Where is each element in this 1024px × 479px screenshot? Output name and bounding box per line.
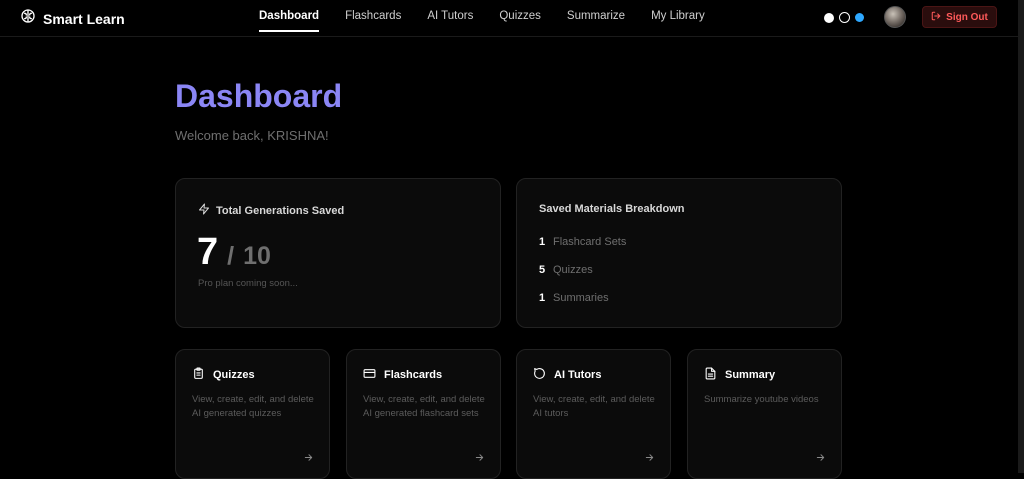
theme-switcher	[824, 12, 864, 23]
materials-row-flashcards: 1 Flashcard Sets	[539, 236, 626, 248]
summary-card-description: Summarize youtube videos	[704, 394, 819, 405]
ai-tutors-card[interactable]: AI Tutors View, create, edit, and delete…	[516, 349, 671, 479]
quizzes-card-header: Quizzes	[192, 367, 255, 383]
ai-tutors-card-title: AI Tutors	[554, 369, 602, 381]
arrow-right-icon[interactable]	[303, 450, 314, 468]
sign-out-label: Sign Out	[946, 11, 988, 23]
brand[interactable]: Smart Learn	[20, 8, 125, 29]
generations-max: 10	[243, 242, 271, 270]
quizzes-card-description: View, create, edit, and delete AI genera…	[192, 394, 314, 419]
arrow-right-icon[interactable]	[815, 450, 826, 468]
materials-label: Quizzes	[553, 264, 593, 276]
generations-card-header: Total Generations Saved	[198, 203, 344, 218]
nav-item-summarize[interactable]: Summarize	[554, 0, 638, 33]
materials-label: Summaries	[553, 292, 609, 304]
ai-tutors-card-description: View, create, edit, and delete AI tutors	[533, 394, 655, 419]
flashcards-card-description: View, create, edit, and delete AI genera…	[363, 394, 485, 419]
clipboard-icon	[192, 367, 205, 383]
theme-white-dot[interactable]	[824, 12, 834, 23]
main-nav: Dashboard Flashcards AI Tutors Quizzes S…	[250, 0, 718, 37]
generations-count: 7 / 10	[197, 231, 271, 274]
materials-card: Saved Materials Breakdown 1 Flashcard Se…	[516, 178, 842, 328]
top-navigation-bar: Smart Learn Dashboard Flashcards AI Tuto…	[0, 0, 1018, 37]
quizzes-card-title: Quizzes	[213, 369, 255, 381]
materials-row-quizzes: 5 Quizzes	[539, 264, 593, 276]
quizzes-card[interactable]: Quizzes View, create, edit, and delete A…	[175, 349, 330, 479]
materials-title: Saved Materials Breakdown	[539, 203, 685, 215]
lightning-icon	[198, 203, 210, 218]
materials-count: 5	[539, 264, 546, 276]
credit-card-icon	[363, 367, 376, 383]
welcome-message: Welcome back, KRISHNA!	[175, 128, 329, 143]
generations-value: 7	[197, 231, 219, 273]
nav-item-quizzes[interactable]: Quizzes	[486, 0, 554, 33]
summary-card[interactable]: Summary Summarize youtube videos	[687, 349, 842, 479]
sign-out-button[interactable]: Sign Out	[922, 6, 997, 28]
generations-separator: /	[227, 242, 235, 270]
avatar[interactable]	[884, 6, 906, 28]
flashcards-card[interactable]: Flashcards View, create, edit, and delet…	[346, 349, 501, 479]
summary-card-title: Summary	[725, 369, 776, 381]
nav-item-dashboard[interactable]: Dashboard	[259, 2, 320, 32]
brain-icon	[20, 8, 36, 29]
theme-outline-dot[interactable]	[839, 12, 850, 23]
summary-card-header: Summary	[704, 367, 775, 383]
pro-plan-note: Pro plan coming soon...	[198, 278, 298, 289]
nav-item-my-library[interactable]: My Library	[638, 0, 718, 33]
arrow-right-icon[interactable]	[644, 450, 655, 468]
nav-item-ai-tutors[interactable]: AI Tutors	[414, 0, 486, 33]
arrow-right-icon[interactable]	[474, 450, 485, 468]
generations-title: Total Generations Saved	[216, 204, 345, 217]
ai-tutors-card-header: AI Tutors	[533, 367, 601, 383]
scrollbar[interactable]	[1018, 0, 1024, 473]
brand-name: Smart Learn	[43, 10, 125, 27]
page-title: Dashboard	[175, 78, 343, 114]
flashcards-card-header: Flashcards	[363, 367, 442, 383]
generations-card: Total Generations Saved 7 / 10 Pro plan …	[175, 178, 501, 328]
materials-row-summaries: 1 Summaries	[539, 292, 609, 304]
flashcards-card-title: Flashcards	[384, 369, 443, 381]
theme-blue-dot[interactable]	[855, 13, 864, 22]
materials-count: 1	[539, 292, 546, 304]
chat-bubble-icon	[533, 367, 546, 383]
document-icon	[704, 367, 717, 383]
nav-item-flashcards[interactable]: Flashcards	[332, 0, 414, 33]
materials-label: Flashcard Sets	[553, 236, 627, 248]
sign-out-icon	[931, 11, 941, 24]
materials-count: 1	[539, 236, 546, 248]
